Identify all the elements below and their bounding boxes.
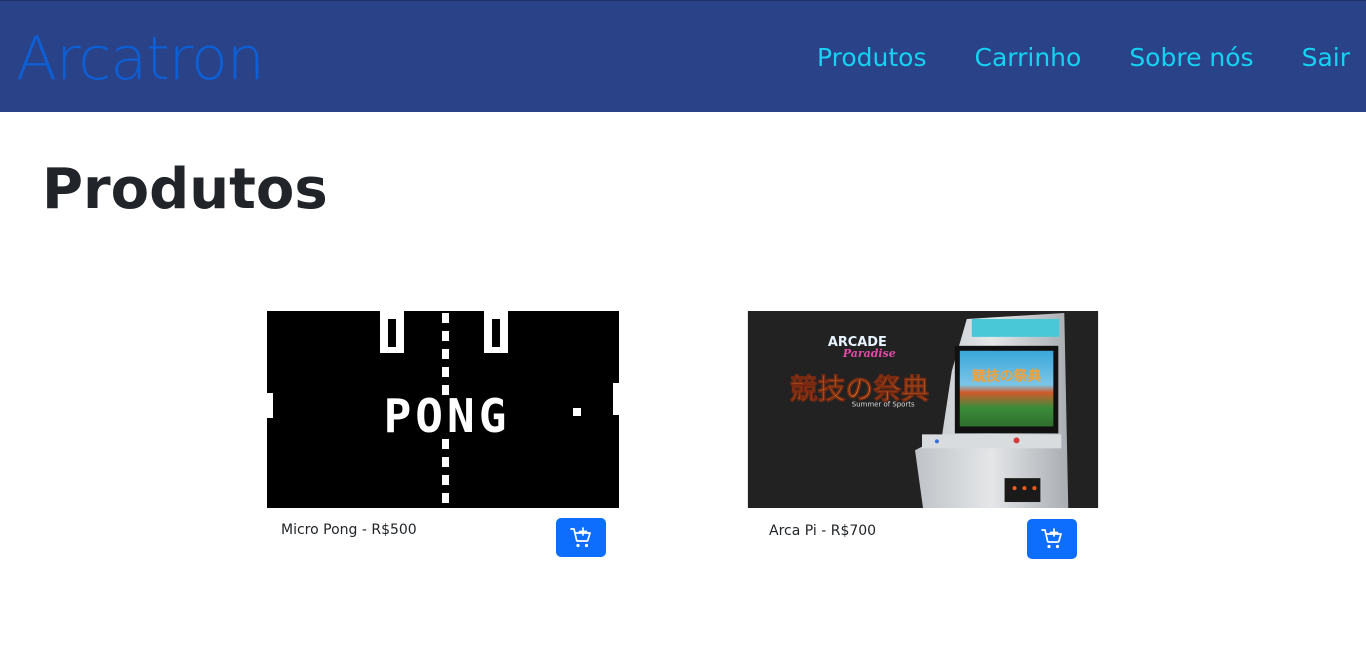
brand-logo[interactable]: Arcatron [16, 23, 265, 95]
nav-links: Produtos Carrinho Sobre nós Sair [769, 41, 1350, 75]
nav-link-sobre[interactable]: Sobre nós [1129, 41, 1253, 75]
product-label-micro-pong: Micro Pong - R$500 [281, 522, 417, 538]
product-image-pong[interactable]: PONG [267, 311, 619, 508]
paradise-logo-text: Paradise [842, 347, 896, 360]
product-card-arca-pi: ARCADE Paradise 競技の祭典 Summer of Sports 競… [747, 311, 1099, 561]
nav-link-carrinho[interactable]: Carrinho [974, 41, 1081, 75]
product-card-micro-pong: PONG Micro Pong - R$500 [267, 311, 619, 561]
add-to-cart-button-micro-pong[interactable] [556, 518, 606, 557]
add-to-cart-icon [570, 526, 591, 547]
page-title: Produtos [42, 157, 328, 222]
add-to-cart-button-arca-pi[interactable] [1027, 519, 1077, 559]
nav-link-produtos[interactable]: Produtos [817, 41, 927, 75]
add-to-cart-icon [1041, 528, 1062, 549]
pong-title-text: PONG [384, 389, 511, 443]
game-subtitle: Summer of Sports [852, 401, 915, 409]
product-label-arca-pi: Arca Pi - R$700 [769, 523, 877, 539]
product-image-arcade-cabinet[interactable]: ARCADE Paradise 競技の祭典 Summer of Sports 競… [747, 311, 1099, 508]
navbar: Arcatron Produtos Carrinho Sobre nós Sai… [0, 0, 1366, 112]
nav-link-sair[interactable]: Sair [1302, 41, 1350, 75]
svg-text:競技の祭典: 競技の祭典 [972, 368, 1042, 385]
